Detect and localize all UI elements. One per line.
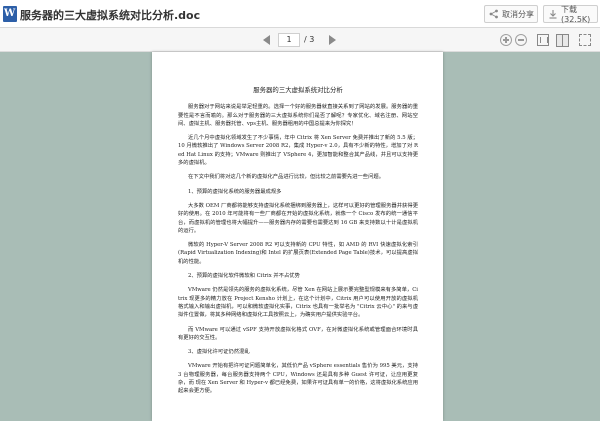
- paragraph: 微软的 Hyper-V Server 2008 R2 可以支持新的 CPU 特性…: [178, 242, 418, 265]
- zoom-out-icon[interactable]: [515, 34, 527, 46]
- next-page-icon[interactable]: [329, 35, 336, 45]
- section-heading: 3、虚拟化许可证仍然混乱: [188, 349, 250, 356]
- zoom-in-icon[interactable]: [500, 34, 512, 46]
- word-document-icon: W: [3, 6, 17, 22]
- page-content: 服务器的三大虚拟系统对比分析 服务器对于网站来说是举足轻重的。选择一个好的服务器…: [178, 86, 418, 402]
- download-button[interactable]: 下载(32.5K): [543, 5, 598, 24]
- paragraph: 服务器对于网站来说是举足轻重的。选择一个好的服务器就直接关系到了网站的发展。服务…: [178, 104, 418, 127]
- viewer-toolbar: 1 / 3: [0, 28, 600, 52]
- section-heading: 1、预算的虚拟化系统的服务器最成规多: [188, 188, 282, 195]
- document-title: 服务器的三大虚拟系统对比分析.doc: [20, 9, 201, 22]
- download-label: 下载(32.5K): [561, 5, 591, 24]
- download-icon: [548, 9, 558, 19]
- share-icon: [489, 9, 499, 19]
- fit-width-icon[interactable]: [537, 34, 549, 46]
- paragraph: 近几个月中虚拟化领域发生了不少事情，年中 Citrix 将 Xen Server…: [178, 135, 418, 167]
- document-heading: 服务器的三大虚拟系统对比分析: [253, 86, 343, 94]
- paragraph: VMware 开始有把许可证问题简单化，其低价产品 vSphere essent…: [178, 363, 418, 395]
- document-page: 服务器的三大虚拟系统对比分析 服务器对于网站来说是举足轻重的。选择一个好的服务器…: [152, 52, 443, 421]
- two-page-view-icon[interactable]: [556, 34, 569, 47]
- page-total: / 3: [304, 35, 315, 44]
- paragraph: 大多数 OEM 厂商都将能够支持虚拟化系统捆绑到服务器上，这样可以更好的管理服务…: [178, 202, 418, 234]
- paragraph: 而 VMware 可以通过 vSPF 支持开放虚拟化格式 OVF，在对微虚拟化系…: [178, 326, 418, 341]
- paragraph: 在下文中我们将对这几个新的虚拟化产品进行比较，但比较之前需要先进一些问题。: [188, 174, 384, 181]
- fullscreen-icon[interactable]: [579, 34, 591, 46]
- title-bar: W 服务器的三大虚拟系统对比分析.doc 取消分享 下载(32.5K): [0, 0, 600, 28]
- section-heading: 2、预算的虚拟化软件微软和 Citrix 并不占优势: [188, 273, 300, 280]
- page-number-input[interactable]: 1: [278, 33, 300, 47]
- paragraph: VMware 仍然是领先的服务的虚拟化系统，尽管 Xen 在网站上展示要完整型规…: [178, 287, 418, 319]
- cancel-share-label: 取消分享: [502, 9, 534, 19]
- cancel-share-button[interactable]: 取消分享: [484, 5, 538, 23]
- previous-page-icon[interactable]: [263, 35, 270, 45]
